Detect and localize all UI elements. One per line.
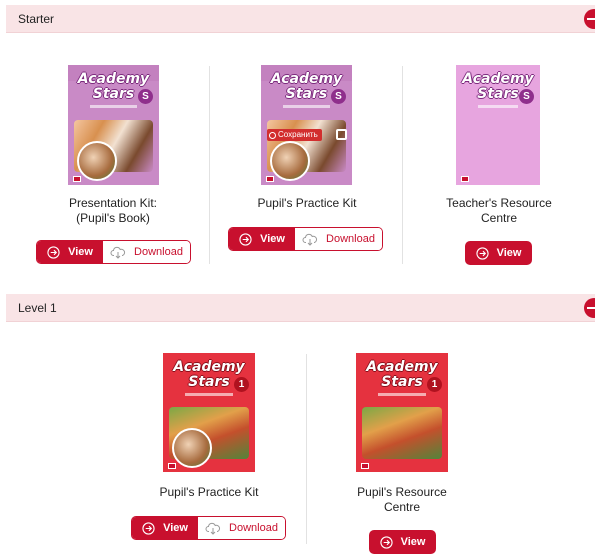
circle-arrow-right-icon: [47, 245, 60, 259]
section-header-level-1[interactable]: Level 1: [6, 294, 595, 322]
cover-circle-photo: [77, 141, 117, 181]
expand-icon[interactable]: [336, 129, 347, 140]
view-button[interactable]: View: [229, 228, 295, 250]
cover-logo: Academy: [173, 359, 245, 375]
view-button[interactable]: View: [465, 241, 532, 265]
button-group: View Download: [36, 240, 191, 264]
minus-circle-icon[interactable]: [584, 298, 595, 318]
cover-subtitle-bar: [283, 105, 330, 108]
minus-circle-icon[interactable]: [584, 9, 595, 29]
cover-level-badge: S: [519, 89, 534, 104]
download-label: Download: [326, 233, 375, 245]
download-button[interactable]: Download: [198, 517, 285, 539]
cover-level-badge: 1: [234, 377, 249, 392]
publisher-logo-icon: [461, 176, 469, 182]
section-header-starter[interactable]: Starter: [6, 5, 595, 33]
section-title: Level 1: [18, 301, 57, 315]
view-label: View: [68, 246, 93, 258]
view-label: View: [260, 233, 285, 245]
cover-level-badge: S: [138, 89, 153, 104]
product-title: Pupil's Resource Centre: [357, 485, 447, 514]
button-group: View Download: [228, 227, 383, 251]
book-cover-pupils-practice-kit[interactable]: Academy Stars S Сохранить: [261, 65, 352, 185]
view-button[interactable]: View: [369, 530, 436, 554]
card-level1-pupils-practice-kit: Pupil's Practice Kit: [124, 485, 294, 500]
view-button[interactable]: View: [132, 517, 198, 539]
view-label: View: [163, 522, 188, 534]
cloud-download-icon: [302, 233, 318, 246]
book-cover-pupils-resource-centre[interactable]: Academy Stars 1: [356, 353, 448, 472]
card-divider: [306, 354, 307, 544]
cover-logo: Academy: [77, 71, 150, 87]
save-pin-button[interactable]: Сохранить: [267, 129, 322, 141]
publisher-logo-icon: [168, 463, 176, 469]
card-pupils-resource-centre: Pupil's Resource Centre: [322, 485, 482, 515]
section-title: Starter: [18, 12, 55, 26]
publisher-logo-icon: [266, 176, 274, 182]
card-divider: [402, 66, 403, 264]
cloud-download-icon: [110, 246, 126, 259]
view-button[interactable]: View: [37, 241, 103, 263]
circle-arrow-right-icon: [239, 232, 252, 246]
circle-arrow-right-icon: [379, 535, 393, 549]
view-label: View: [400, 536, 426, 548]
circle-arrow-right-icon: [475, 246, 489, 260]
save-pin-label: Сохранить: [278, 130, 318, 139]
card-pupils-practice-kit: Pupil's Practice Kit: [222, 196, 392, 211]
cloud-download-icon: [205, 522, 221, 535]
pin-icon: [269, 131, 276, 139]
button-group: View Download: [131, 516, 286, 540]
download-button[interactable]: Download: [295, 228, 382, 250]
view-label: View: [496, 247, 522, 259]
download-label: Download: [134, 246, 183, 258]
cover-logo: Academy: [270, 71, 343, 87]
book-cover-teachers-resource-centre[interactable]: Academy Stars S: [456, 65, 540, 185]
cover-logo: Academy: [462, 71, 534, 87]
card-presentation-kit: Presentation Kit: (Pupil's Book): [30, 196, 196, 226]
product-title: Pupil's Practice Kit: [257, 196, 357, 210]
product-title: Teacher's Resource Centre: [446, 196, 552, 225]
cover-circle-photo: [270, 141, 310, 181]
publisher-logo-icon: [73, 176, 81, 182]
product-title: Presentation Kit: (Pupil's Book): [68, 196, 158, 225]
book-cover-level1-pupils-practice-kit[interactable]: Academy Stars 1: [163, 353, 255, 472]
cover-level-badge: S: [331, 89, 346, 104]
product-title: Pupil's Practice Kit: [159, 485, 259, 499]
cover-level-badge: 1: [427, 377, 442, 392]
cover-logo: Academy: [366, 359, 438, 375]
cover-subtitle-bar: [90, 105, 137, 108]
download-label: Download: [229, 522, 278, 534]
cover-photo: [362, 407, 442, 459]
publisher-logo-icon: [361, 463, 369, 469]
circle-arrow-right-icon: [142, 521, 155, 535]
cover-subtitle-bar: [185, 393, 233, 396]
cover-subtitle-bar: [378, 393, 426, 396]
card-teachers-resource-centre: Teacher's Resource Centre: [420, 196, 578, 226]
card-divider: [209, 66, 210, 264]
cover-circle-photo: [172, 428, 212, 468]
cover-subtitle-bar: [478, 105, 518, 108]
download-button[interactable]: Download: [103, 241, 190, 263]
book-cover-presentation-kit[interactable]: Academy Stars S: [68, 65, 159, 185]
